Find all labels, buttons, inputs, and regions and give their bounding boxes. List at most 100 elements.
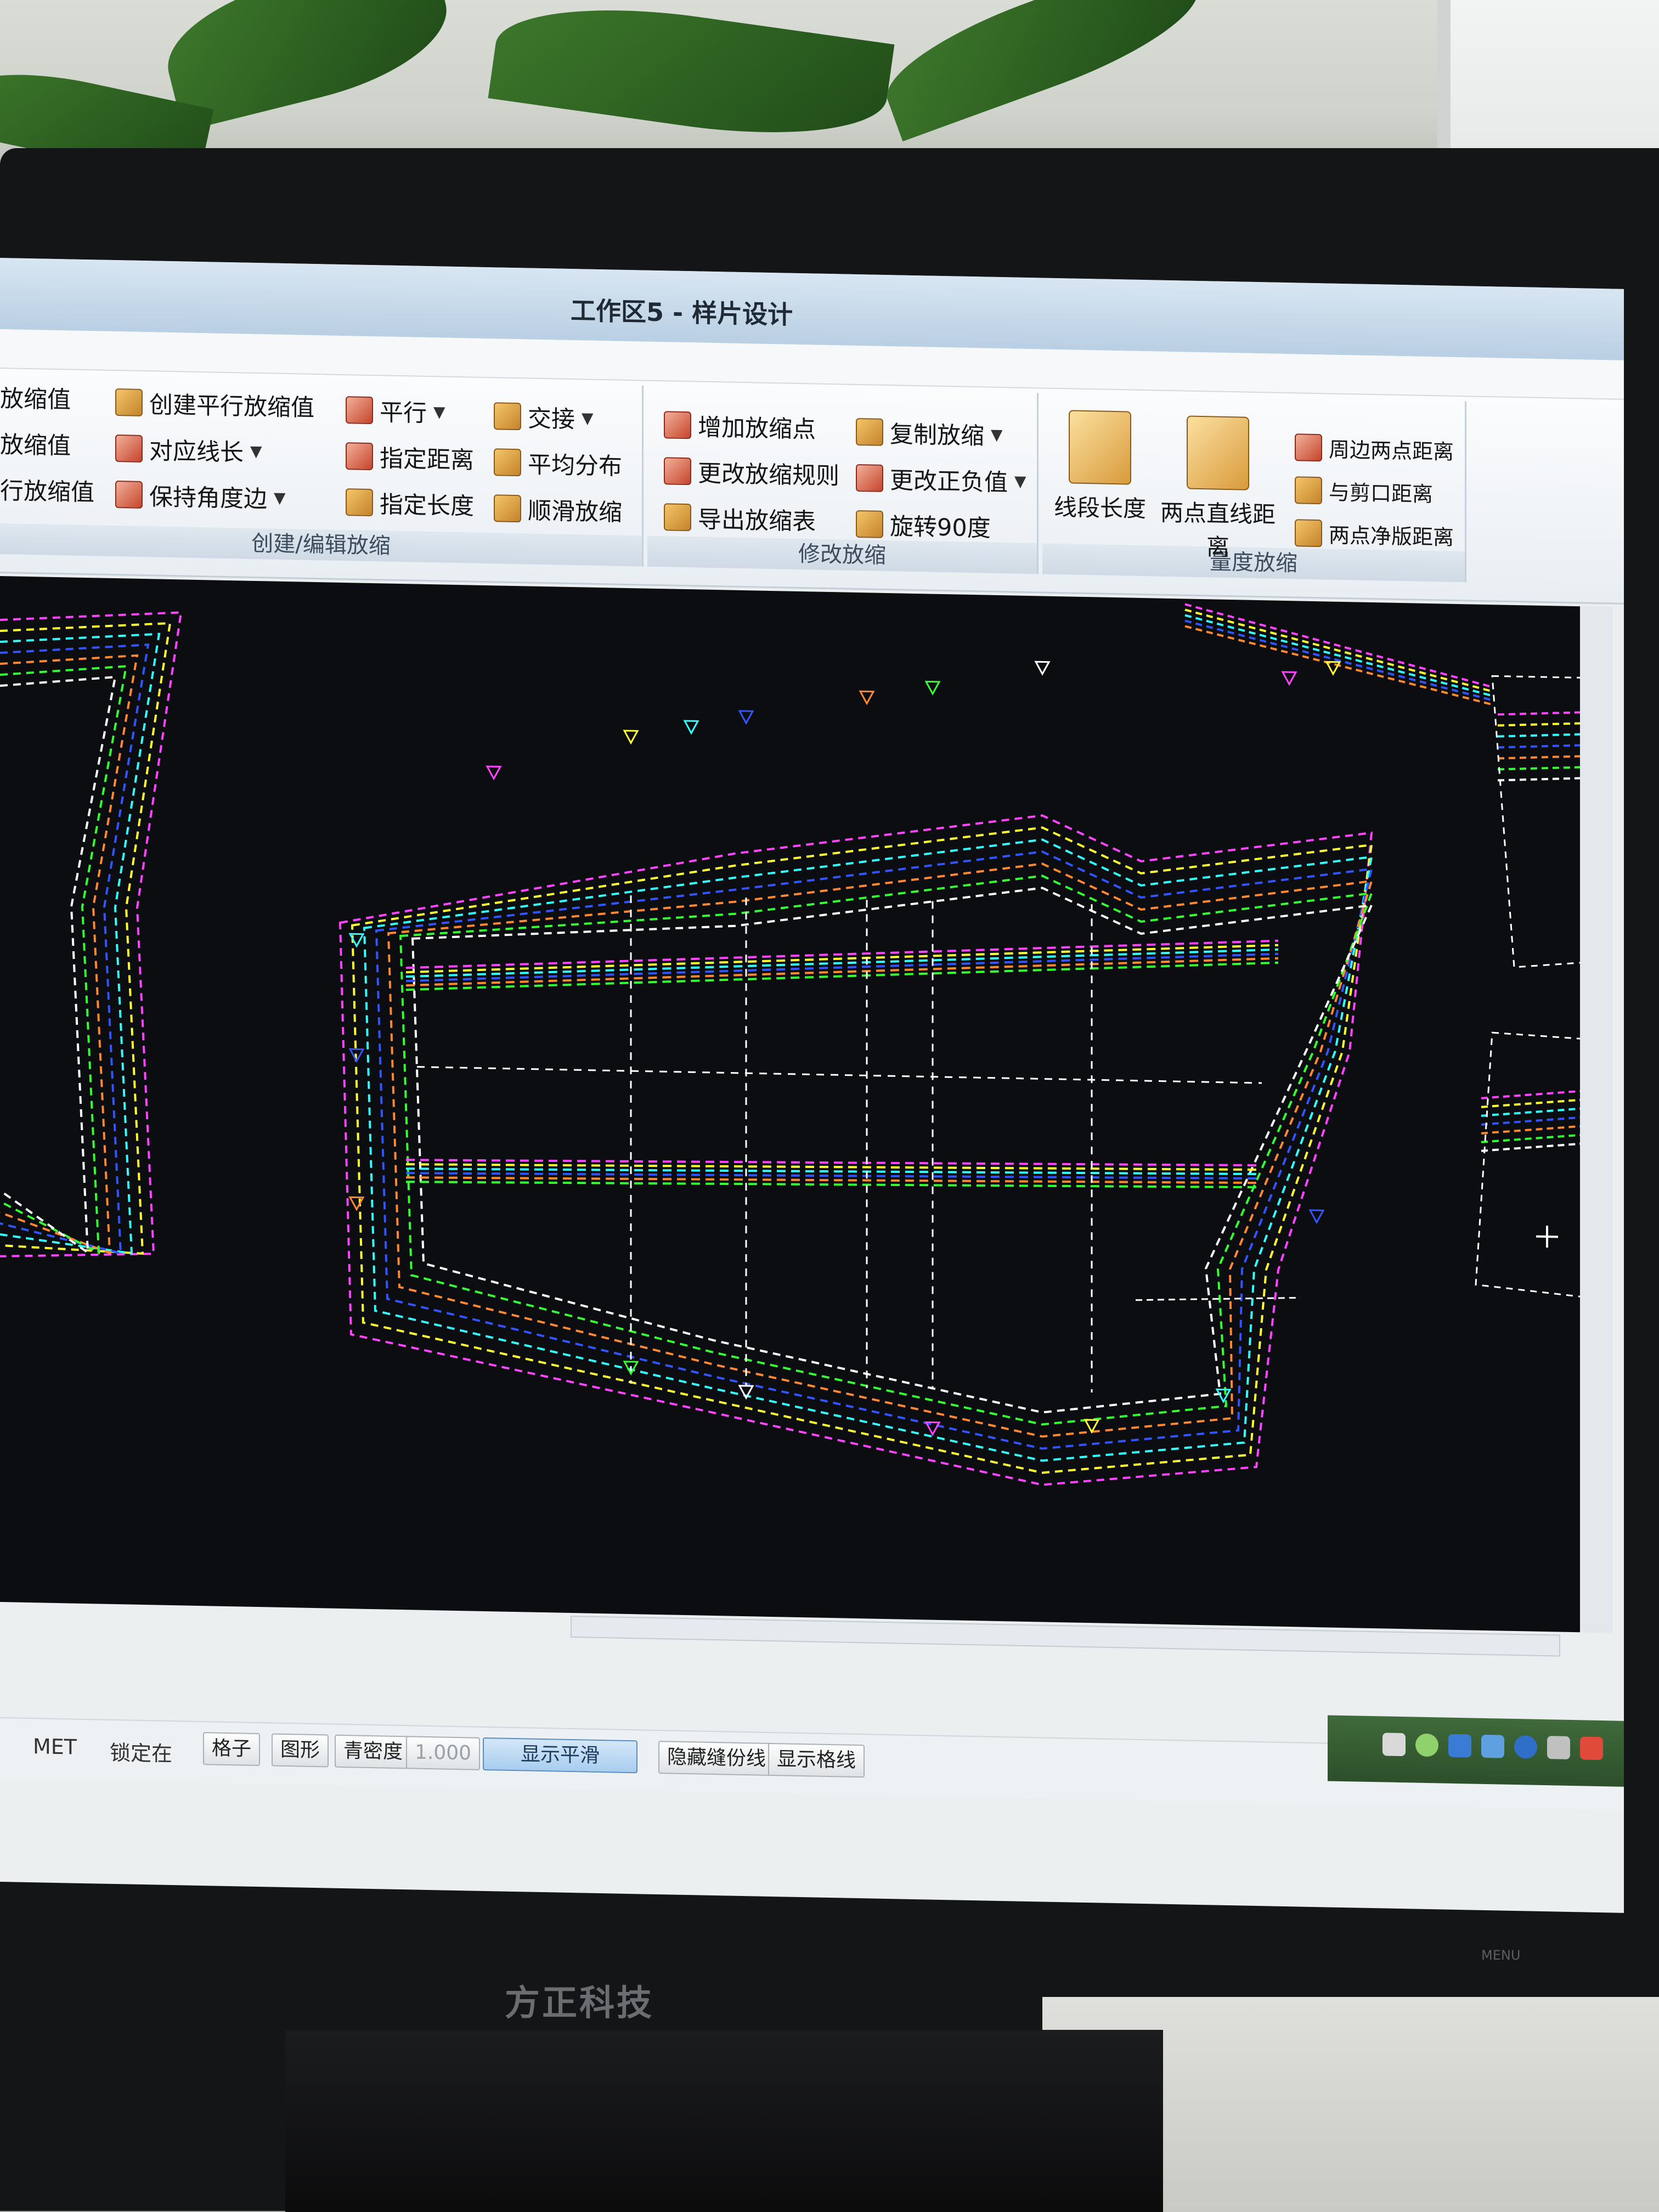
parallel-button[interactable]: 平行 ▼ — [346, 393, 445, 428]
row-grade-value-button[interactable]: 行放缩值 — [0, 472, 94, 507]
tray-input-icon[interactable] — [1547, 1736, 1570, 1759]
right-piece-line — [1497, 743, 1580, 749]
right-piece-line — [1497, 710, 1580, 716]
tray-browser-icon[interactable] — [1514, 1735, 1537, 1759]
distribute-evenly-button[interactable]: 平均分布 — [494, 445, 622, 481]
specify-distance-button[interactable]: 指定距离 — [346, 439, 474, 475]
chevron-down-icon[interactable]: ▼ — [1014, 472, 1026, 490]
change-sign-button[interactable]: 更改正负值 ▼ — [856, 461, 1026, 498]
grade-point-marker[interactable] — [859, 690, 875, 706]
notch-distance-icon — [1295, 476, 1322, 504]
change-grade-rule-button[interactable]: 更改放缩规则 — [664, 454, 839, 491]
corresponding-length-button[interactable]: 对应线长 ▼ — [115, 431, 262, 468]
chevron-down-icon[interactable]: ▼ — [433, 403, 445, 421]
junction-button[interactable]: 交接 ▼ — [494, 399, 594, 435]
net-distance-button[interactable]: 两点净版距离 — [1295, 517, 1454, 551]
specify-length-button[interactable]: 指定长度 — [346, 485, 474, 521]
distance-icon — [346, 442, 373, 471]
tray-shield-icon[interactable] — [1448, 1734, 1471, 1758]
two-point-distance-icon — [1187, 415, 1249, 490]
lock-grid-button[interactable]: 格子 — [203, 1732, 261, 1767]
tray-folder-icon[interactable] — [1383, 1733, 1406, 1757]
left-piece-outline — [0, 644, 150, 1255]
grade-point-marker[interactable] — [623, 730, 639, 745]
show-smooth-toggle[interactable]: 显示平滑 — [483, 1737, 637, 1774]
export-grade-table-button[interactable]: 导出放缩表 — [664, 500, 816, 537]
line-length-icon — [115, 435, 143, 462]
grade-point-marker[interactable] — [683, 720, 699, 735]
density-value[interactable]: 1.000 — [406, 1736, 481, 1770]
sign-change-icon — [856, 464, 883, 492]
right-piece-line — [1497, 721, 1580, 727]
density-button[interactable]: 青密度 — [335, 1734, 412, 1769]
parallel-grade-icon — [115, 388, 143, 416]
pattern-piece-outline — [375, 850, 1373, 1450]
export-table-icon — [664, 503, 691, 532]
change-rule-icon — [664, 457, 691, 486]
junction-icon — [494, 402, 521, 431]
grade-point-marker[interactable] — [738, 710, 754, 725]
right-piece-outline — [1491, 675, 1580, 968]
copy-grade-icon — [856, 417, 883, 446]
grade-point-marker[interactable] — [924, 680, 941, 696]
distribute-icon — [494, 448, 521, 477]
keep-angle-icon — [115, 481, 143, 509]
perimeter-distance-button[interactable]: 周边两点距离 — [1295, 432, 1454, 465]
right-piece-line — [1497, 732, 1580, 738]
grade-point-marker[interactable] — [1215, 1389, 1232, 1403]
pattern-piece-outline — [351, 826, 1373, 1474]
keep-angle-edge-button[interactable]: 保持角度边 ▼ — [115, 477, 286, 515]
smooth-grade-icon — [494, 494, 521, 523]
chevron-down-icon[interactable]: ▼ — [250, 442, 262, 460]
length-icon — [346, 488, 373, 517]
monitor-brand: 方正科技 — [505, 1983, 654, 2024]
grade-value-button-2[interactable]: 放缩值 — [0, 426, 71, 461]
pattern-piece-outline — [338, 814, 1373, 1486]
lock-shape-button[interactable]: 图形 — [272, 1733, 329, 1768]
segment-length-button[interactable]: 线段长度 — [1051, 410, 1149, 524]
rotate-90-button[interactable]: 旋转90度 — [856, 507, 991, 544]
notch-distance-button[interactable]: 与剪口距离 — [1295, 475, 1433, 507]
unit-label: MET — [33, 1734, 77, 1759]
tray-flag-icon[interactable] — [1580, 1736, 1603, 1760]
monitor-menu-button[interactable]: MENU — [1481, 1948, 1520, 1963]
grade-point-marker[interactable] — [348, 1196, 365, 1211]
show-grid-toggle[interactable]: 显示格线 — [768, 1742, 865, 1778]
chevron-down-icon[interactable]: ▼ — [274, 488, 286, 506]
hide-seam-toggle[interactable]: 隐藏缝份线 — [658, 1741, 775, 1776]
pattern-canvas[interactable] — [0, 576, 1580, 1633]
add-grade-point-icon — [664, 411, 691, 439]
grade-value-button[interactable]: 放缩值 — [0, 380, 71, 415]
taskbar-tray — [1328, 1715, 1624, 1787]
strip-piece-line — [1184, 614, 1493, 697]
right-piece-line — [1497, 776, 1580, 782]
tray-network-icon[interactable] — [1481, 1734, 1504, 1758]
grade-point-marker[interactable] — [1281, 671, 1297, 686]
grade-point-marker[interactable] — [1308, 1209, 1325, 1224]
grade-point-marker[interactable] — [1034, 661, 1051, 676]
parallel-icon — [346, 396, 373, 425]
pattern-drawing[interactable] — [0, 576, 1580, 1632]
create-parallel-grade-button[interactable]: 创建平行放缩值 — [115, 385, 314, 423]
segment-length-icon — [1069, 410, 1131, 485]
chevron-down-icon[interactable]: ▼ — [582, 409, 594, 427]
chevron-down-icon[interactable]: ▼ — [991, 425, 1003, 443]
strip-piece-line — [1184, 603, 1493, 689]
app-screen: 工作区5 - 样片设计 检视 创建/编辑放缩 放缩值 放缩值 行放缩值 创建平行… — [0, 258, 1624, 1913]
grade-point-marker[interactable] — [486, 765, 502, 781]
two-point-distance-button[interactable]: 两点直线距离 — [1152, 415, 1284, 563]
monitor-stand — [285, 2030, 1163, 2212]
strip-piece-line — [1184, 619, 1493, 702]
perimeter-distance-icon — [1295, 433, 1322, 461]
pattern-piece-outline — [399, 874, 1374, 1426]
strip-piece-line — [1184, 608, 1493, 693]
right-piece-line — [1481, 1088, 1580, 1099]
smooth-grade-button[interactable]: 顺滑放缩 — [494, 491, 622, 527]
add-grade-point-button[interactable]: 增加放缩点 — [664, 408, 816, 444]
tray-chat-icon[interactable] — [1415, 1733, 1438, 1757]
vertical-scrollbar[interactable] — [1580, 606, 1613, 1633]
lock-label: 锁定在 — [110, 1740, 173, 1767]
left-piece-outline — [0, 675, 117, 1255]
copy-grade-button[interactable]: 复制放缩 ▼ — [856, 415, 1003, 452]
right-piece-line — [1497, 754, 1580, 760]
